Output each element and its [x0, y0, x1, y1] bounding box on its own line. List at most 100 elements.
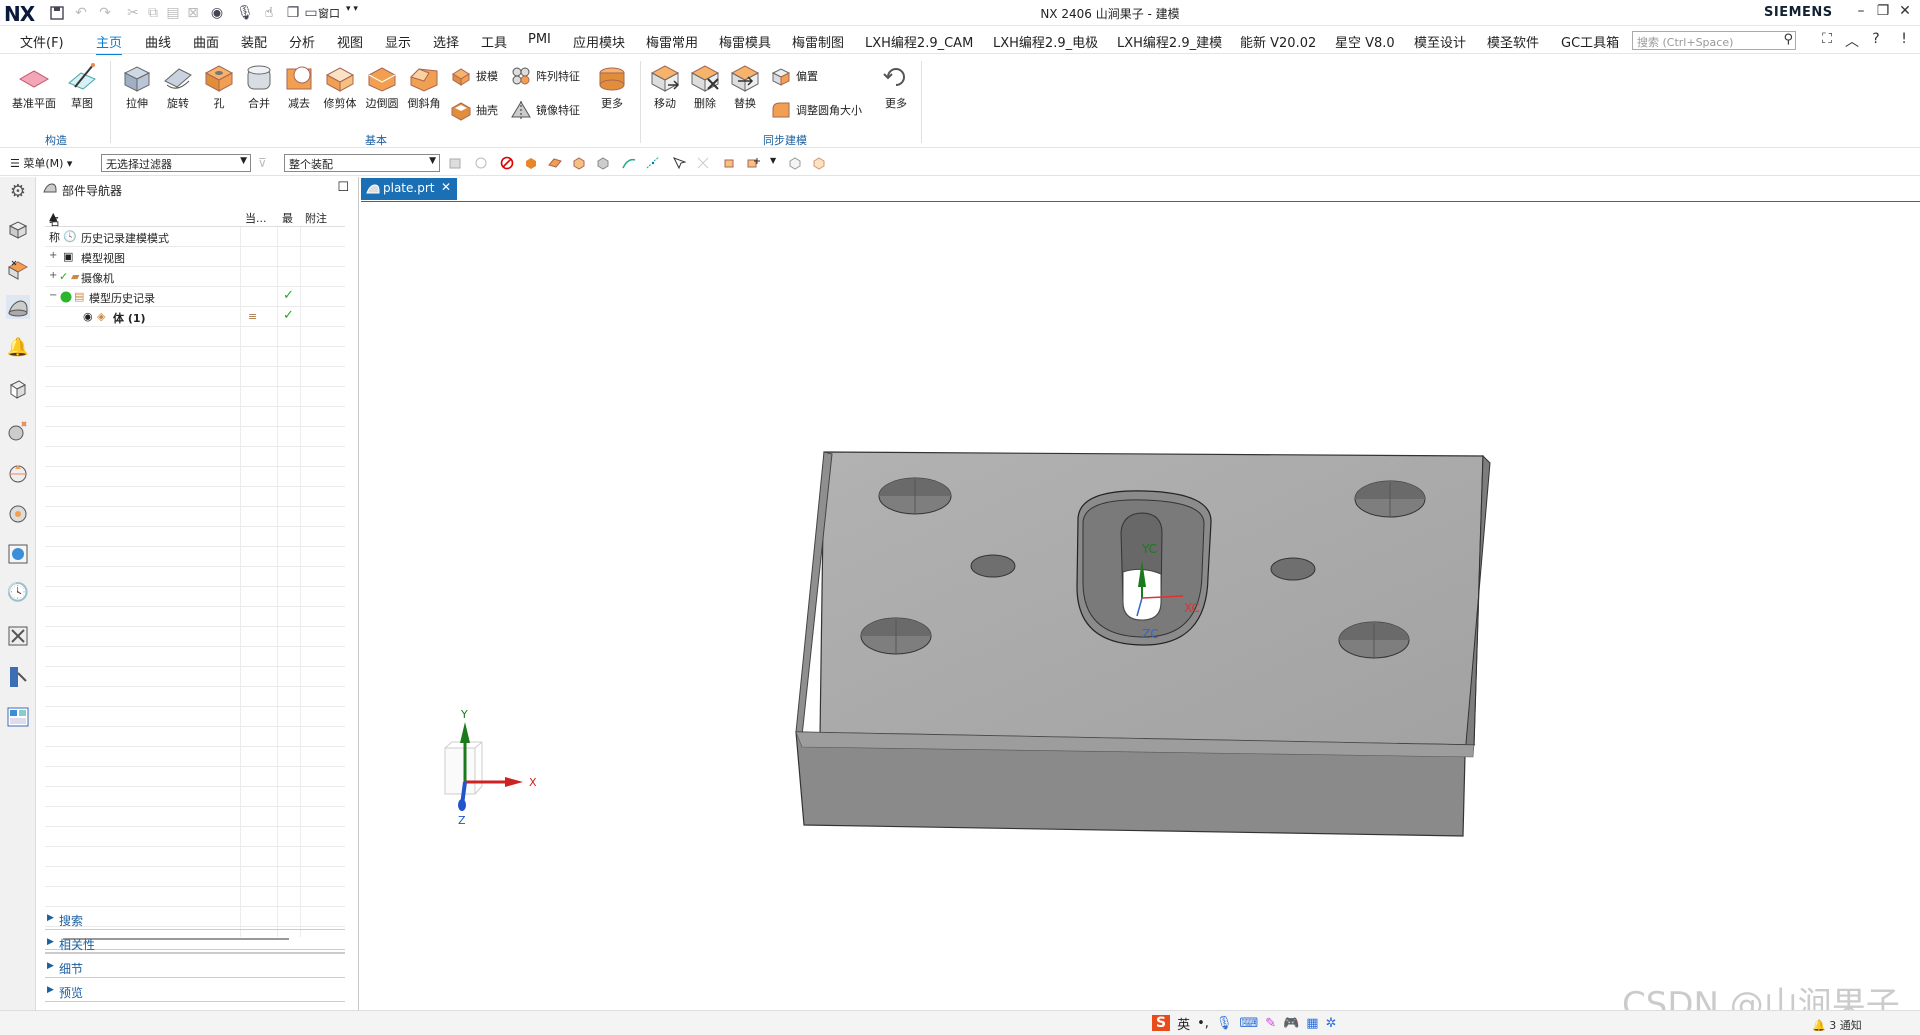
reuse-library-icon[interactable]: [6, 377, 30, 401]
expand-icon[interactable]: +: [49, 250, 57, 261]
tab-curve[interactable]: 曲线: [145, 32, 171, 51]
select-point-icon[interactable]: [646, 156, 660, 170]
revolve-button[interactable]: 旋转: [157, 61, 199, 111]
column-current[interactable]: 当...: [245, 210, 267, 226]
type-filter-dropdown[interactable]: 无选择过滤器 ▼: [101, 154, 251, 172]
column-name[interactable]: 名称 ▲: [49, 210, 60, 244]
mirror-feature-button[interactable]: 镜像特征: [510, 99, 580, 121]
tab-select[interactable]: 选择: [433, 32, 459, 51]
minimize-button[interactable]: –: [1850, 3, 1872, 23]
apps-grid-icon[interactable]: ▦: [1306, 1016, 1318, 1031]
move-face-button[interactable]: 移动: [645, 61, 685, 111]
tab-assembly[interactable]: 装配: [241, 32, 267, 51]
tab-view[interactable]: 视图: [337, 32, 363, 51]
part-navigator-icon[interactable]: [6, 295, 30, 319]
close-button[interactable]: ✕: [1894, 3, 1916, 23]
no-selection-icon[interactable]: [500, 156, 514, 170]
section-dependencies[interactable]: ▶ 相关性: [45, 932, 345, 954]
replace-face-button[interactable]: 替换: [725, 61, 765, 111]
search-icon[interactable]: ⚲: [1783, 32, 1793, 47]
column-latest[interactable]: 最: [282, 210, 293, 226]
collapse-ribbon-icon[interactable]: ︿: [1842, 31, 1862, 50]
tree-row-model-history[interactable]: − ▤ 模型历史记录 ✓: [45, 287, 345, 307]
datum-plane-button[interactable]: 基准平面: [8, 61, 60, 111]
select-component-icon[interactable]: [788, 156, 802, 170]
tab-xingkong[interactable]: 星空 V8.0: [1335, 32, 1395, 51]
expand-icon[interactable]: +: [49, 270, 57, 281]
window-menu[interactable]: 窗口: [318, 5, 340, 21]
select-body-icon[interactable]: [524, 156, 538, 170]
graphics-viewport[interactable]: YC XC ZC Y X Z: [361, 201, 1920, 1009]
command-search-input[interactable]: 搜索 (Ctrl+Space) ⚲: [1632, 31, 1796, 50]
copy-icon[interactable]: ⧉: [142, 3, 164, 23]
tab-nengxin[interactable]: 能新 V20.02: [1240, 32, 1316, 51]
subtract-button[interactable]: 减去: [278, 61, 320, 111]
snap-point-icon[interactable]: [672, 156, 686, 170]
view-options-icon[interactable]: ◉: [206, 3, 228, 23]
tree-row-cameras[interactable]: + ✓ ▰ 摄像机: [45, 267, 345, 287]
unite-button[interactable]: 合并: [238, 61, 280, 111]
select-assembly-icon[interactable]: [812, 156, 826, 170]
visibility-eye-icon[interactable]: ◉: [83, 310, 93, 323]
shell-button[interactable]: 抽壳: [450, 99, 498, 121]
web-browser-icon[interactable]: [6, 461, 30, 485]
offset-region-button[interactable]: 偏置: [770, 65, 818, 87]
keyboard-icon[interactable]: ⌨: [1239, 1016, 1258, 1031]
tab-analysis[interactable]: 分析: [289, 32, 315, 51]
snap-center-icon[interactable]: [722, 156, 736, 170]
delete-face-button[interactable]: 删除: [685, 61, 725, 111]
filter-reset-icon[interactable]: ⊽: [258, 156, 272, 170]
view-triad[interactable]: Y X Z: [444, 708, 537, 827]
section-details[interactable]: ▶ 细节: [45, 956, 345, 978]
settings-gear-icon[interactable]: ⚙: [6, 181, 30, 205]
restore-button[interactable]: ❐: [1872, 3, 1894, 23]
collapse-icon[interactable]: −: [49, 290, 57, 301]
touch-mode-icon[interactable]: ☝: [258, 3, 280, 23]
tab-lxh-cam[interactable]: LXH编程2.9_CAM: [865, 32, 973, 51]
snap-intersection-icon[interactable]: [696, 156, 710, 170]
section-search[interactable]: ▶ 搜索: [45, 908, 345, 930]
paste-icon[interactable]: ▤: [162, 3, 184, 23]
layout-template-icon[interactable]: [6, 705, 30, 729]
process-studio-icon[interactable]: [6, 624, 30, 648]
tab-home[interactable]: 主页: [96, 32, 123, 56]
tab-mozhi-design[interactable]: 模至设计: [1414, 32, 1466, 51]
tab-surface[interactable]: 曲面: [193, 32, 219, 51]
undo-icon[interactable]: ↶: [70, 3, 92, 23]
microphone-icon[interactable]: 🎙: [234, 3, 256, 23]
tab-meilei-drawing[interactable]: 梅雷制图: [792, 32, 844, 51]
skin-icon[interactable]: ✎: [1265, 1016, 1276, 1031]
history-clock-icon[interactable]: 🕓: [6, 582, 30, 606]
select-feature-icon[interactable]: [474, 156, 488, 170]
history-palette-icon[interactable]: [6, 502, 30, 526]
draft-button[interactable]: 拔模: [450, 65, 498, 87]
tab-meilei-common[interactable]: 梅雷常用: [646, 32, 698, 51]
microphone-icon[interactable]: 🎙: [1216, 1016, 1233, 1031]
snap-endpoint-icon[interactable]: [746, 156, 760, 170]
file-menu[interactable]: 文件(F): [20, 32, 64, 51]
chevron-down-icon[interactable]: ▾ ▾: [346, 4, 358, 14]
ime-language[interactable]: 英: [1177, 1014, 1190, 1033]
select-curve-icon[interactable]: [622, 156, 636, 170]
cut-icon[interactable]: ✂: [122, 3, 144, 23]
tree-row-model-views[interactable]: + ▣ 模型视图: [45, 247, 345, 267]
tab-mosheng[interactable]: 模圣软件: [1487, 32, 1539, 51]
select-solid-icon[interactable]: [596, 156, 610, 170]
document-tab[interactable]: plate.prt ✕: [361, 178, 457, 200]
viewport-canvas[interactable]: YC XC ZC Y X Z: [361, 202, 1920, 1010]
select-face-icon[interactable]: [548, 156, 562, 170]
basic-more-button[interactable]: 更多: [590, 61, 634, 111]
tab-pmi[interactable]: PMI: [528, 32, 551, 47]
assembly-navigator-icon[interactable]: [6, 217, 30, 241]
help-icon[interactable]: ?: [1866, 31, 1886, 49]
hd3d-tools-icon[interactable]: [6, 419, 30, 443]
select-general-icon[interactable]: [448, 156, 462, 170]
punctuation-icon[interactable]: •,: [1197, 1016, 1209, 1031]
tab-display[interactable]: 显示: [385, 32, 411, 51]
gamepad-icon[interactable]: 🎮: [1283, 1016, 1299, 1031]
maximize-icon[interactable]: ☐: [337, 180, 349, 195]
plate-model[interactable]: [795, 451, 1491, 837]
redo-icon[interactable]: ↷: [94, 3, 116, 23]
tree-row-body[interactable]: ◉ ◈ 体 (1) ≡ ✓: [45, 307, 345, 327]
tab-lxh-modeling[interactable]: LXH编程2.9_建模: [1117, 32, 1222, 51]
